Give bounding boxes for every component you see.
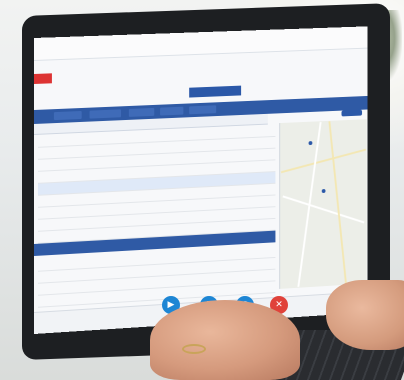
toolbar-button-5[interactable] (189, 105, 217, 115)
close-icon: ✕ (275, 300, 283, 310)
toolbar-button-1[interactable] (53, 110, 82, 121)
upper-table (37, 125, 276, 246)
map-road (280, 148, 366, 174)
map-panel[interactable] (279, 119, 367, 289)
map-marker[interactable] (321, 188, 326, 194)
left-hand (150, 300, 300, 380)
toolbar-button-3[interactable] (128, 107, 155, 117)
toolbar-button-2[interactable] (89, 109, 122, 119)
app-title-tab[interactable] (189, 85, 242, 98)
map-road (282, 195, 365, 224)
map-marker[interactable] (308, 141, 313, 146)
photo-scene: ▶ ▮ ● ✕ (0, 0, 404, 380)
map-road (328, 121, 347, 285)
toolbar-button-4[interactable] (160, 106, 184, 116)
app-logo (34, 73, 52, 84)
laptop-screen (34, 26, 368, 335)
map-toggle[interactable] (341, 109, 363, 117)
video-icon: ▶ (167, 300, 175, 310)
wedding-ring (182, 344, 206, 354)
